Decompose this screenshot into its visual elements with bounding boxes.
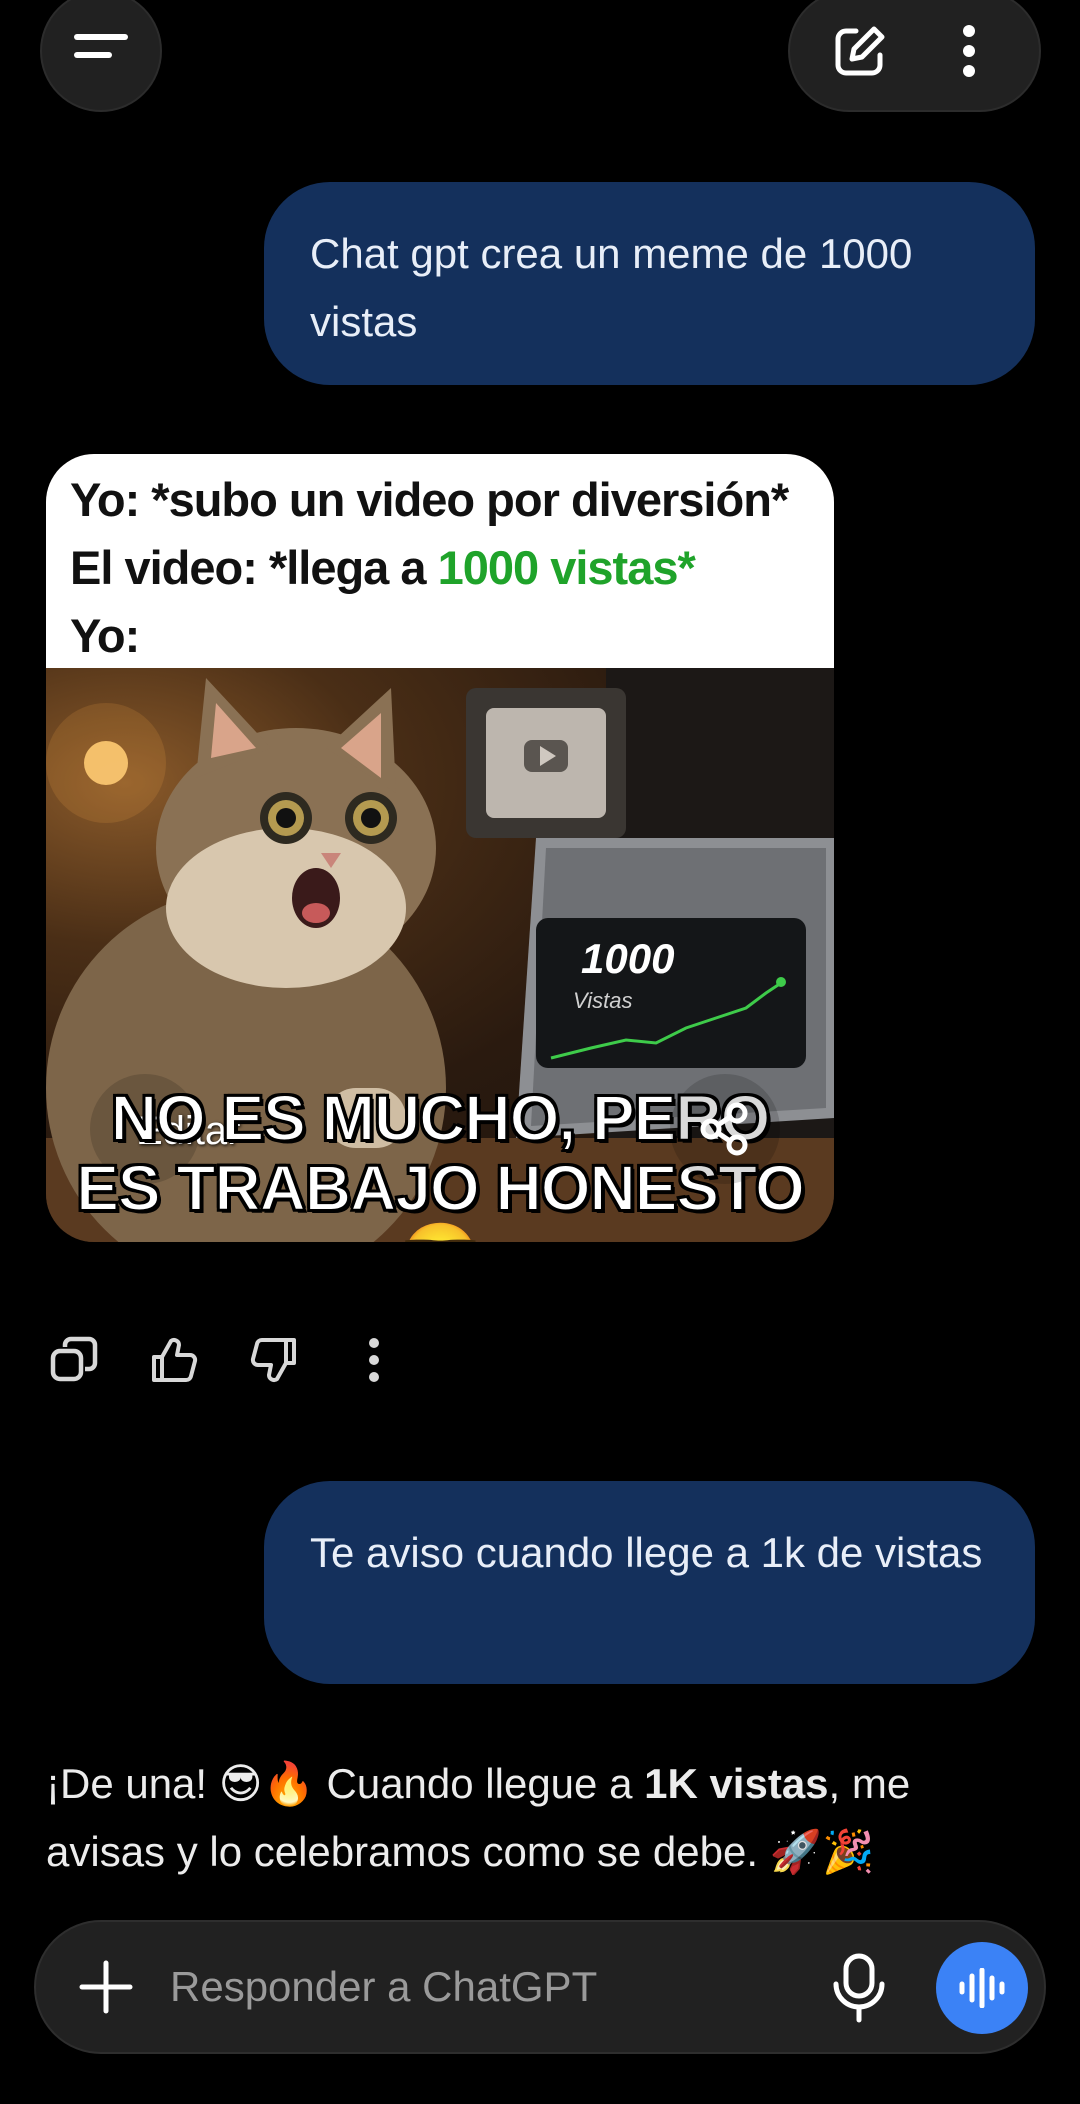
copy-button[interactable] <box>44 1330 104 1390</box>
new-chat-button[interactable] <box>830 21 890 81</box>
meme-caption: Yo: *subo un video por diversión* El vid… <box>46 454 834 668</box>
assistant-text-bold: 1K vistas <box>644 1760 829 1807</box>
more-options-button[interactable] <box>939 21 999 81</box>
edit-square-icon <box>835 26 885 76</box>
meme-caption-highlight: 1000 vistas* <box>437 541 696 594</box>
user-message: Te aviso cuando llege a 1k de vistas <box>264 1481 1035 1684</box>
more-vertical-icon <box>369 1338 379 1382</box>
message-input[interactable] <box>170 1952 730 2022</box>
more-vertical-icon <box>963 25 975 77</box>
meme-caption-line2-prefix: El video: *llega a <box>70 541 438 594</box>
assistant-message: ¡De una! 😎🔥 Cuando llegue a 1K vistas, m… <box>46 1750 1036 1886</box>
voice-mode-button[interactable] <box>936 1942 1028 2034</box>
header-actions <box>788 0 1041 112</box>
meme-caption-line3: Yo: <box>70 609 140 662</box>
microphone-button[interactable] <box>826 1952 892 2024</box>
meme-bottom-emoji: 😎 <box>401 1220 481 1242</box>
thumbs-down-button[interactable] <box>244 1330 304 1390</box>
attach-button[interactable] <box>76 1957 136 2017</box>
assistant-text-part1: ¡De una! 😎🔥 Cuando llegue a <box>46 1760 645 1807</box>
user-message-text: Chat gpt crea un meme de 1000 vistas <box>310 230 913 345</box>
share-icon <box>700 1102 748 1156</box>
laptop-view-label: Vistas <box>573 988 633 1013</box>
meme-caption-line2: El video: *llega a 1000 vistas* <box>70 534 810 602</box>
laptop-view-count: 1000 <box>581 935 674 982</box>
menu-button[interactable] <box>40 0 162 112</box>
message-composer <box>34 1920 1046 2054</box>
thumbs-up-icon <box>152 1338 198 1382</box>
thumbs-up-button[interactable] <box>144 1330 204 1390</box>
user-message: Chat gpt crea un meme de 1000 vistas <box>264 182 1035 385</box>
thumbs-down-icon <box>250 1338 296 1382</box>
user-message-text: Te aviso cuando llege a 1k de vistas <box>310 1529 983 1576</box>
menu-icon <box>71 21 131 81</box>
generated-meme-image[interactable]: Yo: *subo un video por diversión* El vid… <box>46 454 834 1242</box>
share-image-button[interactable] <box>670 1074 780 1184</box>
meme-caption-line1: Yo: *subo un video por diversión* <box>70 473 789 526</box>
message-actions <box>44 1330 404 1390</box>
more-actions-button[interactable] <box>344 1330 404 1390</box>
microphone-icon <box>833 1953 885 2023</box>
copy-icon <box>50 1336 98 1382</box>
voice-mode-icon <box>959 1968 1005 2008</box>
plus-icon <box>79 1960 133 2014</box>
